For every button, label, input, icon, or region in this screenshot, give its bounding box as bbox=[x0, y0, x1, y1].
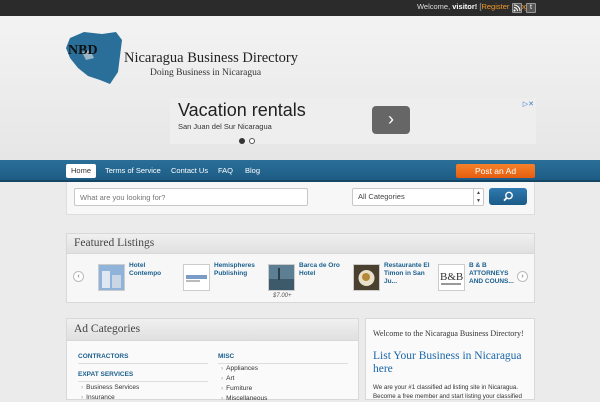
select-arrows-icon: ▲ ▼ bbox=[473, 189, 483, 205]
top-bar: Welcome, visitor! [Register | Login] t bbox=[0, 0, 600, 16]
welcome-box: Welcome to the Nicaragua Business Direct… bbox=[365, 318, 535, 400]
listing-name[interactable]: Barca de Oro Hotel bbox=[299, 262, 349, 278]
ad-choices-icon[interactable]: ▷✕ bbox=[523, 100, 534, 108]
nav-contact-us[interactable]: Contact Us bbox=[166, 164, 213, 178]
featured-title: Featured Listings bbox=[74, 237, 155, 249]
listing-item[interactable]: Barca de Oro Hotel $7.00+ bbox=[268, 262, 348, 302]
site-tagline: Doing Business in Nicaragua bbox=[150, 68, 262, 78]
listing-item[interactable]: Restaurante El Timon in San Ju... bbox=[353, 262, 433, 302]
search-button[interactable] bbox=[489, 188, 527, 205]
listing-name[interactable]: Hemispheres Publishing bbox=[214, 262, 264, 278]
rss-icon[interactable] bbox=[512, 3, 522, 13]
listing-thumbnail[interactable] bbox=[183, 264, 210, 291]
ad-banner[interactable]: Vacation rentals San Juan del Sur Nicara… bbox=[170, 98, 536, 144]
categories-header: Ad Categories bbox=[67, 319, 358, 341]
nav-home[interactable]: Home bbox=[66, 164, 97, 178]
category-select[interactable]: All Categories ▲ ▼ bbox=[352, 188, 484, 206]
svg-text:B&B: B&B bbox=[440, 271, 463, 283]
listing-item[interactable]: Hemispheres Publishing bbox=[183, 262, 263, 302]
listing-thumbnail[interactable] bbox=[353, 264, 380, 291]
category-divider bbox=[78, 363, 208, 364]
ad-dot[interactable] bbox=[249, 138, 255, 144]
categories-title: Ad Categories bbox=[74, 323, 141, 335]
listing-thumbnail[interactable] bbox=[98, 264, 125, 291]
category-divider bbox=[78, 381, 208, 382]
nav-blog[interactable]: Blog bbox=[240, 164, 265, 178]
category-select-value: All Categories bbox=[358, 192, 405, 201]
ad-dot-active[interactable] bbox=[239, 138, 245, 144]
subcategory-appliances[interactable]: Appliances bbox=[221, 365, 258, 372]
listing-name[interactable]: Restaurante El Timon in San Ju... bbox=[384, 262, 434, 286]
subcategory-art[interactable]: Art bbox=[221, 375, 234, 382]
nav-faq[interactable]: FAQ bbox=[213, 164, 238, 178]
search-icon bbox=[503, 191, 513, 202]
search-input[interactable] bbox=[74, 188, 308, 206]
ad-subtitle[interactable]: San Juan del Sur Nicaragua bbox=[178, 122, 272, 131]
post-ad-button[interactable]: Post an Ad bbox=[456, 164, 535, 178]
nicaragua-map-icon[interactable]: NBD bbox=[64, 28, 126, 88]
subcategory-furniture[interactable]: Furniture bbox=[221, 385, 252, 392]
ad-title[interactable]: Vacation rentals bbox=[178, 100, 306, 121]
listing-item[interactable]: Hotel Contempo bbox=[98, 262, 178, 302]
ad-categories: Ad Categories CONTRACTORS EXPAT SERVICES… bbox=[66, 318, 359, 402]
search-bar: All Categories ▲▼ bbox=[66, 182, 535, 215]
carousel-prev-icon[interactable]: ‹ bbox=[73, 271, 84, 282]
list-business-link[interactable]: List Your Business in Nicaragua here bbox=[373, 350, 533, 376]
subcategory-miscellaneous[interactable]: Miscellaneous bbox=[221, 395, 267, 402]
category-misc[interactable]: MISC bbox=[218, 353, 234, 360]
category-divider bbox=[218, 363, 348, 364]
category-expat-services[interactable]: EXPAT SERVICES bbox=[78, 371, 133, 378]
listing-item[interactable]: B&B B & B ATTORNEYS AND COUNS... bbox=[438, 262, 518, 302]
header: NBD Nicaragua Business Directory Doing B… bbox=[0, 16, 600, 160]
listing-thumbnail[interactable] bbox=[268, 264, 295, 291]
category-contractors[interactable]: CONTRACTORS bbox=[78, 353, 128, 360]
listing-name[interactable]: B & B ATTORNEYS AND COUNS... bbox=[469, 262, 519, 286]
register-link[interactable]: Register bbox=[481, 2, 509, 11]
twitter-icon[interactable]: t bbox=[526, 3, 536, 13]
ad-next-arrow-icon[interactable]: › bbox=[372, 106, 410, 134]
welcome-heading: Welcome to the Nicaragua Business Direct… bbox=[373, 329, 524, 338]
welcome-text: We are your #1 classified ad listing sit… bbox=[373, 384, 522, 400]
listing-name[interactable]: Hotel Contempo bbox=[129, 262, 179, 278]
listing-thumbnail[interactable]: B&B bbox=[438, 264, 465, 291]
nav-terms-of-service[interactable]: Terms of Service bbox=[100, 164, 166, 178]
featured-header: Featured Listings bbox=[67, 234, 534, 254]
subcategory-business-services[interactable]: Business Services bbox=[81, 384, 139, 391]
listing-price: $7.00+ bbox=[273, 293, 292, 299]
welcome-text: Welcome, bbox=[416, 2, 453, 11]
logo-initials: NBD bbox=[68, 43, 98, 58]
site-title[interactable]: Nicaragua Business Directory bbox=[124, 50, 298, 67]
welcome-user: visitor! bbox=[452, 2, 478, 11]
featured-listings: Featured Listings ‹ › Hotel Contempo Hem… bbox=[66, 233, 535, 303]
